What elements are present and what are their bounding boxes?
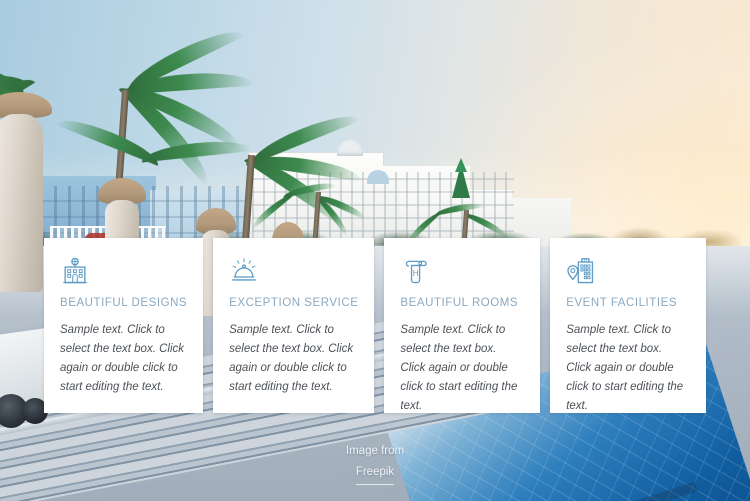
building-location-pin-icon: H xyxy=(566,256,690,286)
hotel-building-icon xyxy=(60,256,187,286)
feature-card-title: EVENT FACILITIES xyxy=(566,297,678,309)
door-hanger-tag-icon: H xyxy=(400,256,524,286)
feature-card-beautiful-rooms[interactable]: H BEAUTIFUL ROOMS Sample text. Click to … xyxy=(384,238,541,413)
feature-card-body: Sample text. Click to select the text bo… xyxy=(566,324,684,412)
feature-card-exception-service[interactable]: EXCEPTION SERVICE Sample text. Click to … xyxy=(213,238,375,413)
feature-card-event-facilities[interactable]: H EVENT FACILITIES Sample text. Click to… xyxy=(550,238,707,413)
freepik-link[interactable]: Freepik xyxy=(355,462,395,485)
service-bell-icon xyxy=(229,256,358,286)
feature-card-body: Sample text. Click to select the text bo… xyxy=(229,324,354,393)
svg-text:H: H xyxy=(584,258,587,263)
feature-card-beautiful-designs[interactable]: BEAUTIFUL DESIGNS Sample text. Click to … xyxy=(44,238,204,413)
feature-card-title: EXCEPTION SERVICE xyxy=(229,297,359,309)
svg-text:H: H xyxy=(413,269,419,278)
feature-cards-row: BEAUTIFUL DESIGNS Sample text. Click to … xyxy=(44,238,707,413)
feature-card-body: Sample text. Click to select the text bo… xyxy=(60,324,184,393)
page-stage: BEAUTIFUL DESIGNS Sample text. Click to … xyxy=(0,0,750,501)
feature-card-title: BEAUTIFUL ROOMS xyxy=(400,297,519,309)
feature-card-title: BEAUTIFUL DESIGNS xyxy=(60,297,188,309)
attribution-prefix: Image from xyxy=(345,445,405,457)
image-attribution: Image from Freepik xyxy=(0,441,750,485)
feature-card-body: Sample text. Click to select the text bo… xyxy=(400,324,518,412)
